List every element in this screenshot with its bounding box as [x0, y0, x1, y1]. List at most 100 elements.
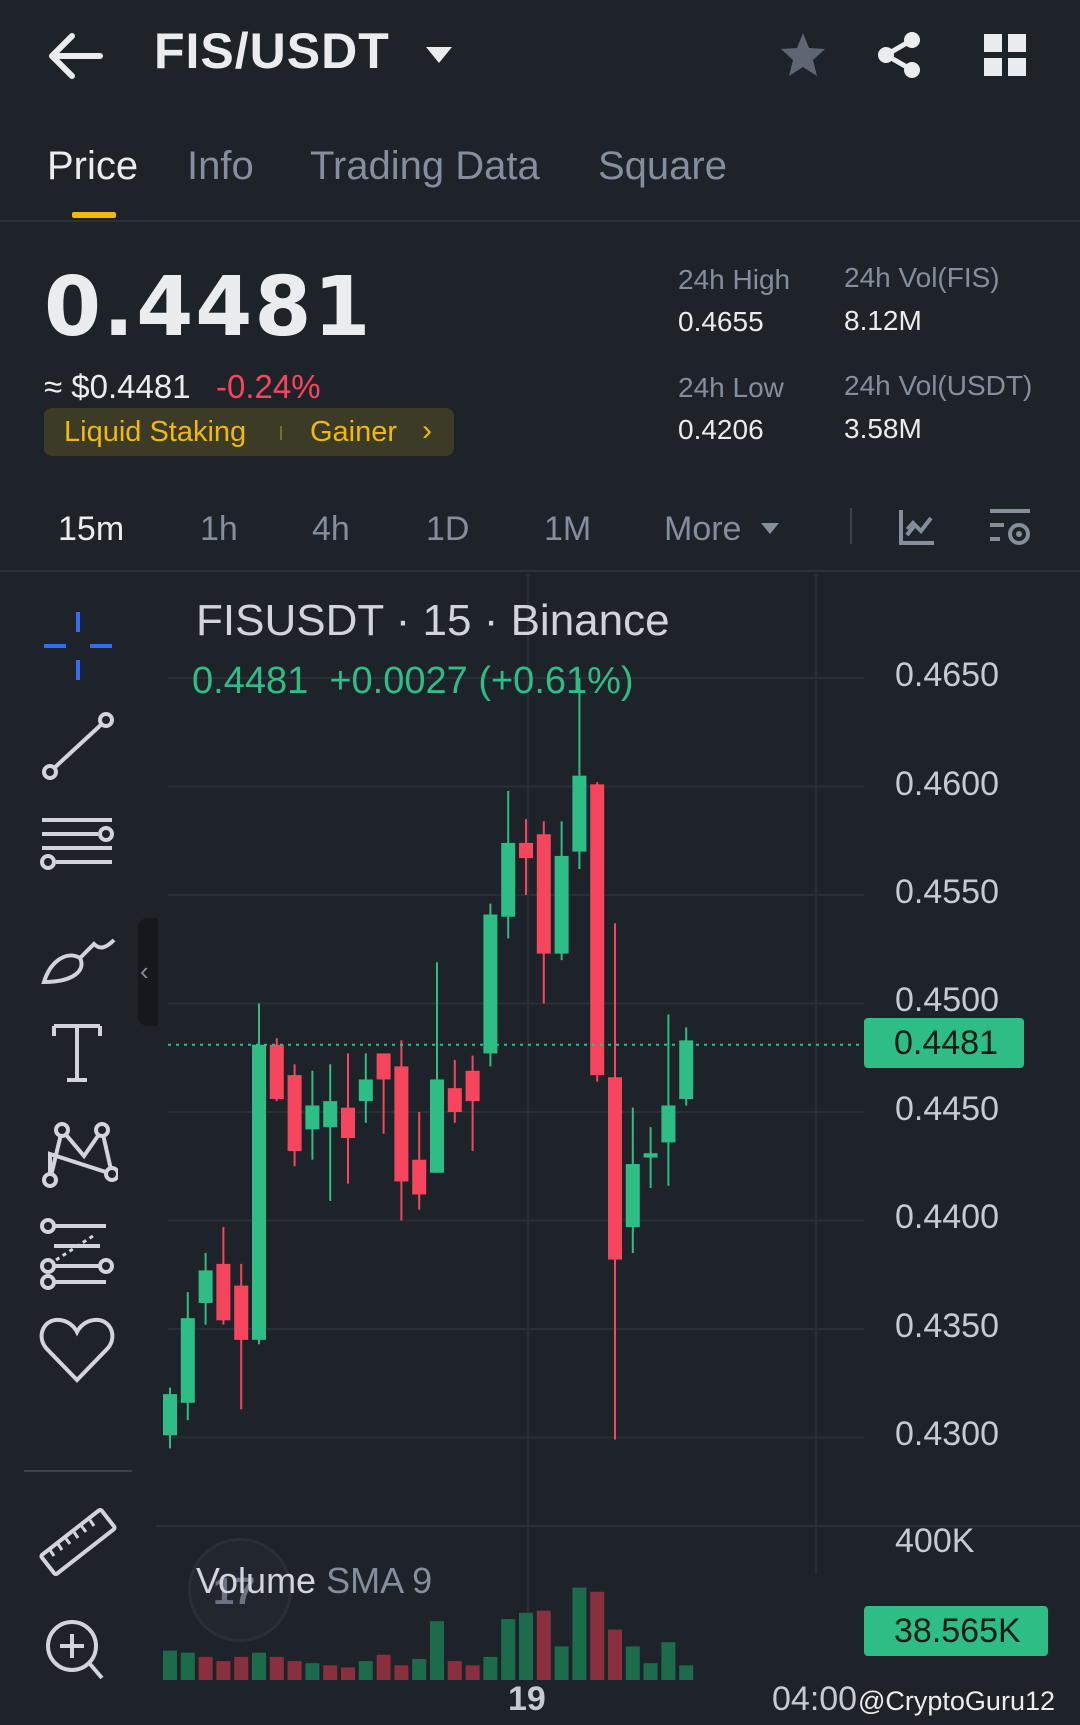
y-tick-label: 0.4550	[895, 873, 999, 911]
x-axis-label: 04:00	[772, 1680, 858, 1718]
volume-bar	[163, 1650, 177, 1680]
heart-icon[interactable]	[36, 1312, 118, 1388]
vol-quote-value: 3.58M	[844, 413, 922, 444]
interval-more[interactable]: More	[664, 510, 741, 549]
interval-1h[interactable]: 1h	[200, 510, 238, 549]
volume-legend: Volume SMA 9	[196, 1560, 432, 1602]
current-price-tag-value: 0.4481	[894, 1024, 998, 1062]
volume-label: Volume	[196, 1560, 317, 1601]
volume-bar	[590, 1591, 605, 1680]
tag-liquid-staking[interactable]: Liquid Staking	[64, 416, 246, 449]
volume-bar	[269, 1656, 284, 1680]
volume-bar	[447, 1661, 462, 1680]
trendline-icon[interactable]	[36, 708, 118, 784]
y-tick-label: 0.4350	[895, 1307, 999, 1345]
interval-1m[interactable]: 1M	[544, 510, 591, 549]
candle-body	[501, 842, 516, 917]
tab-price[interactable]: Price	[47, 144, 138, 189]
star-icon[interactable]	[778, 30, 828, 80]
volume-sma-label: SMA 9	[326, 1560, 433, 1601]
volume-bar	[252, 1652, 266, 1680]
volume-bar	[216, 1661, 231, 1680]
candle-body	[643, 1153, 658, 1158]
ruler-icon[interactable]	[36, 1502, 118, 1578]
interval-4h[interactable]: 4h	[312, 510, 350, 549]
candle-body	[180, 1318, 195, 1403]
chevron-left-icon: ‹	[140, 956, 149, 986]
ohlc-change: +0.0027 (+0.61%)	[329, 660, 634, 702]
candle-body	[661, 1105, 676, 1143]
toolbar-collapse-handle[interactable]: ‹	[138, 918, 158, 1026]
indicator-chart-icon[interactable]	[898, 508, 936, 546]
volume-bar	[536, 1610, 551, 1680]
volume-bar	[234, 1656, 249, 1680]
tab-info[interactable]: Info	[187, 144, 254, 189]
candle-body	[358, 1079, 373, 1102]
candle-body	[608, 1077, 622, 1260]
tab-square[interactable]: Square	[598, 144, 727, 189]
caret-down-icon[interactable]	[424, 44, 454, 66]
volume-bar	[412, 1659, 427, 1680]
candle-body	[483, 914, 498, 1054]
vol-base-label: 24h Vol(FIS)	[844, 262, 1000, 293]
volume-bar	[305, 1663, 320, 1680]
pair-title[interactable]: FIS/USDT	[154, 22, 390, 80]
volume-bar	[661, 1642, 676, 1680]
candle-body	[216, 1263, 231, 1321]
current-price-tag: 0.4481	[864, 1018, 1024, 1068]
high-label: 24h High	[678, 264, 791, 295]
horizontal-lines-icon[interactable]	[36, 810, 118, 886]
y-tick-label: 0.4450	[895, 1090, 999, 1128]
top-bar: FIS/USDT	[0, 0, 1080, 110]
tag-gainer[interactable]: Gainer	[310, 416, 397, 449]
text-icon[interactable]	[36, 1014, 118, 1090]
share-icon[interactable]	[874, 30, 924, 80]
crosshair-icon[interactable]	[36, 608, 118, 684]
more-caret-icon[interactable]	[760, 521, 780, 535]
volume-bar	[483, 1656, 498, 1680]
chevron-right-icon: ›	[422, 414, 432, 447]
volume-bar	[501, 1619, 516, 1680]
volume-bar	[679, 1665, 694, 1680]
pattern-icon[interactable]	[36, 1114, 118, 1190]
back-arrow-icon[interactable]	[48, 30, 104, 82]
usd-approx: ≈ $0.4481	[44, 368, 191, 405]
candle-body	[287, 1075, 302, 1152]
grid-icon[interactable]	[982, 32, 1028, 78]
interval-15m[interactable]: 15m	[58, 510, 124, 549]
change-percent: -0.24%	[216, 368, 321, 405]
chart-settings-icon[interactable]	[988, 506, 1032, 548]
interval-bar: 15m 1h 4h 1D 1M More	[0, 500, 1080, 572]
volume-bar	[198, 1656, 213, 1680]
ohlc-price: 0.4481	[192, 660, 309, 702]
interval-divider	[850, 508, 852, 544]
volume-bar	[323, 1665, 338, 1680]
candle-body	[412, 1159, 427, 1195]
volume-bar	[287, 1661, 302, 1680]
interval-1d[interactable]: 1D	[426, 510, 469, 549]
candle-body	[554, 855, 569, 954]
candle-body	[590, 784, 605, 1076]
toolbar-divider	[24, 1470, 132, 1472]
high-value: 0.4655	[678, 306, 764, 337]
volume-bar	[625, 1646, 640, 1680]
drawing-toolbar	[0, 574, 156, 1725]
candle-body	[572, 775, 587, 852]
tag-pill[interactable]: Liquid Staking Gainer ›	[44, 408, 454, 456]
brush-icon[interactable]	[36, 914, 118, 990]
candle-body	[234, 1285, 249, 1340]
low-label: 24h Low	[678, 372, 784, 403]
volume-bar	[394, 1665, 409, 1680]
volume-bar	[608, 1629, 622, 1680]
tab-bar: Price Info Trading Data Square	[0, 130, 1080, 222]
volume-bar	[572, 1587, 587, 1680]
last-price: 0.4481	[44, 260, 373, 355]
tab-trading-data[interactable]: Trading Data	[310, 144, 540, 189]
chart-title: FISUSDT · 15 · Binance	[196, 596, 670, 645]
volume-bar	[341, 1667, 355, 1680]
volume-bar	[180, 1652, 195, 1680]
zoom-in-icon[interactable]	[36, 1614, 118, 1690]
fib-icon[interactable]	[36, 1216, 118, 1292]
volume-value: 38.565K	[894, 1612, 1021, 1650]
vol-base-value: 8.12M	[844, 305, 922, 336]
